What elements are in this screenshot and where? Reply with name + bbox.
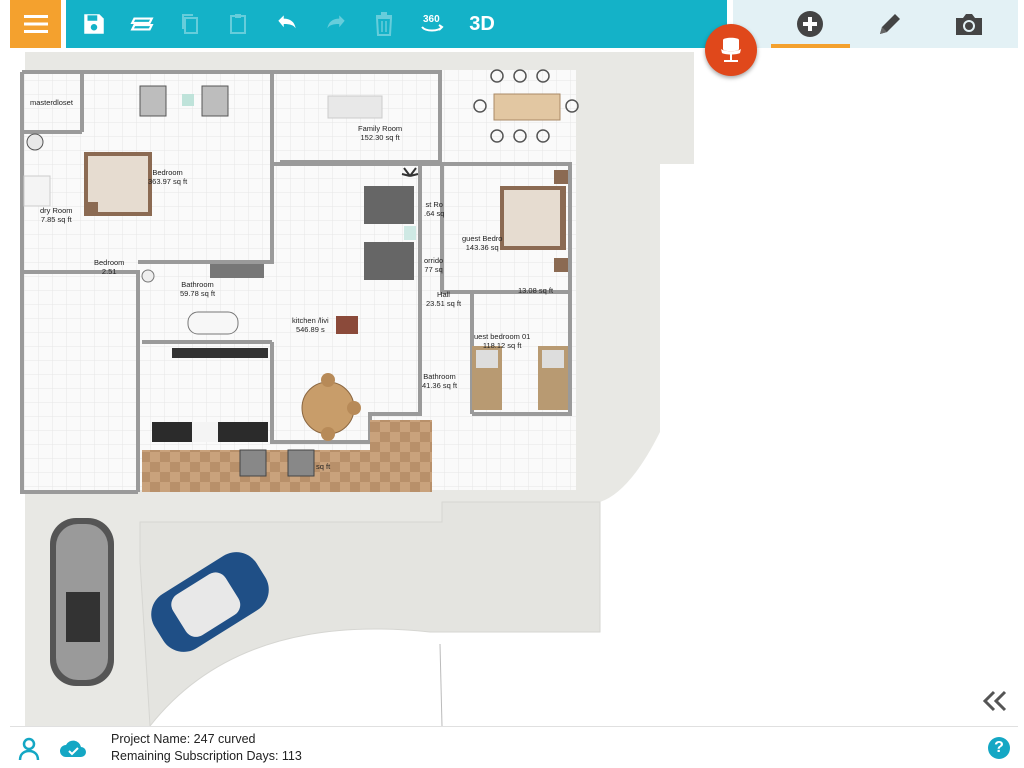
room-label: guest Bedro 143.36 sq	[462, 234, 503, 252]
delete-button[interactable]	[368, 8, 400, 40]
room-label: Family Room 152.30 sq ft	[358, 124, 403, 142]
pencil-icon	[880, 14, 900, 34]
room-label: Bathroom 59.78 sq ft	[180, 280, 216, 298]
collapse-panel-button[interactable]	[982, 690, 1008, 717]
room-label: Bathroom 41.36 sq ft	[422, 372, 458, 390]
room-label: uest bedroom 01 118.12 sq ft	[474, 332, 531, 350]
user-icon	[18, 737, 40, 761]
room-label: st Ro .64 sq	[424, 200, 445, 218]
double-chevron-left-icon	[982, 690, 1007, 712]
car-silver	[50, 518, 114, 686]
room-label: Bedroom 363.97 sq ft	[148, 168, 188, 186]
room-label: Bedroom 2.51	[94, 258, 125, 276]
subscription-days: Remaining Subscription Days: 113	[111, 749, 302, 763]
save-icon	[84, 14, 104, 34]
room-label: sq ft	[316, 462, 331, 471]
undo-icon	[278, 15, 296, 29]
redo-button[interactable]	[320, 8, 352, 40]
menu-button[interactable]	[10, 0, 61, 48]
tab-camera[interactable]	[951, 8, 987, 40]
trash-icon	[375, 12, 393, 36]
view-360-button[interactable]: 360	[416, 8, 448, 40]
layers-icon	[130, 17, 154, 31]
floorplan-drawing	[10, 52, 694, 726]
view-360-label: 360	[423, 14, 440, 25]
hamburger-icon	[23, 15, 48, 33]
view-3d-label: 3D	[469, 12, 495, 35]
furniture-chair-icon	[721, 37, 741, 62]
room-label: Hall 23.51 sq ft	[426, 290, 462, 308]
copy-button[interactable]	[174, 8, 206, 40]
room-label: 13.08 sq ft	[518, 286, 554, 295]
room-label: dry Room 7.85 sq ft	[40, 206, 73, 224]
main-toolbar: 360 3D	[66, 0, 727, 48]
cloud-sync-button[interactable]	[58, 736, 88, 762]
undo-button[interactable]	[271, 8, 303, 40]
help-label: ?	[994, 739, 1004, 756]
paste-icon	[230, 14, 246, 34]
user-button[interactable]	[16, 736, 42, 762]
room-label: masterdloset	[30, 98, 73, 107]
help-button[interactable]: ?	[988, 737, 1010, 759]
view-3d-button[interactable]: 3D	[464, 8, 500, 40]
camera-icon	[956, 14, 982, 35]
save-button[interactable]	[78, 8, 110, 40]
furniture-fab-button[interactable]	[705, 24, 757, 76]
right-toolbar	[733, 0, 1018, 48]
plus-circle-icon	[797, 11, 823, 37]
project-info: Project Name: 247 curved Remaining Subsc…	[111, 731, 302, 765]
tab-edit[interactable]	[872, 8, 908, 40]
floorplan-canvas[interactable]: masterdloset Bedroom 363.97 sq ft Family …	[10, 52, 1018, 727]
copy-icon	[182, 14, 198, 34]
room-label: kitchen /livi 546.89 s	[292, 316, 329, 334]
layers-button[interactable]	[126, 8, 158, 40]
status-bar: Project Name: 247 curved Remaining Subsc…	[0, 728, 1024, 768]
redo-icon	[327, 15, 345, 29]
tab-add[interactable]	[792, 8, 828, 40]
cloud-sync-icon	[60, 740, 86, 757]
project-name: Project Name: 247 curved	[111, 732, 256, 746]
active-tab-indicator	[771, 44, 850, 48]
paste-button[interactable]	[222, 8, 254, 40]
room-label: orrido 77 sq	[424, 256, 444, 274]
